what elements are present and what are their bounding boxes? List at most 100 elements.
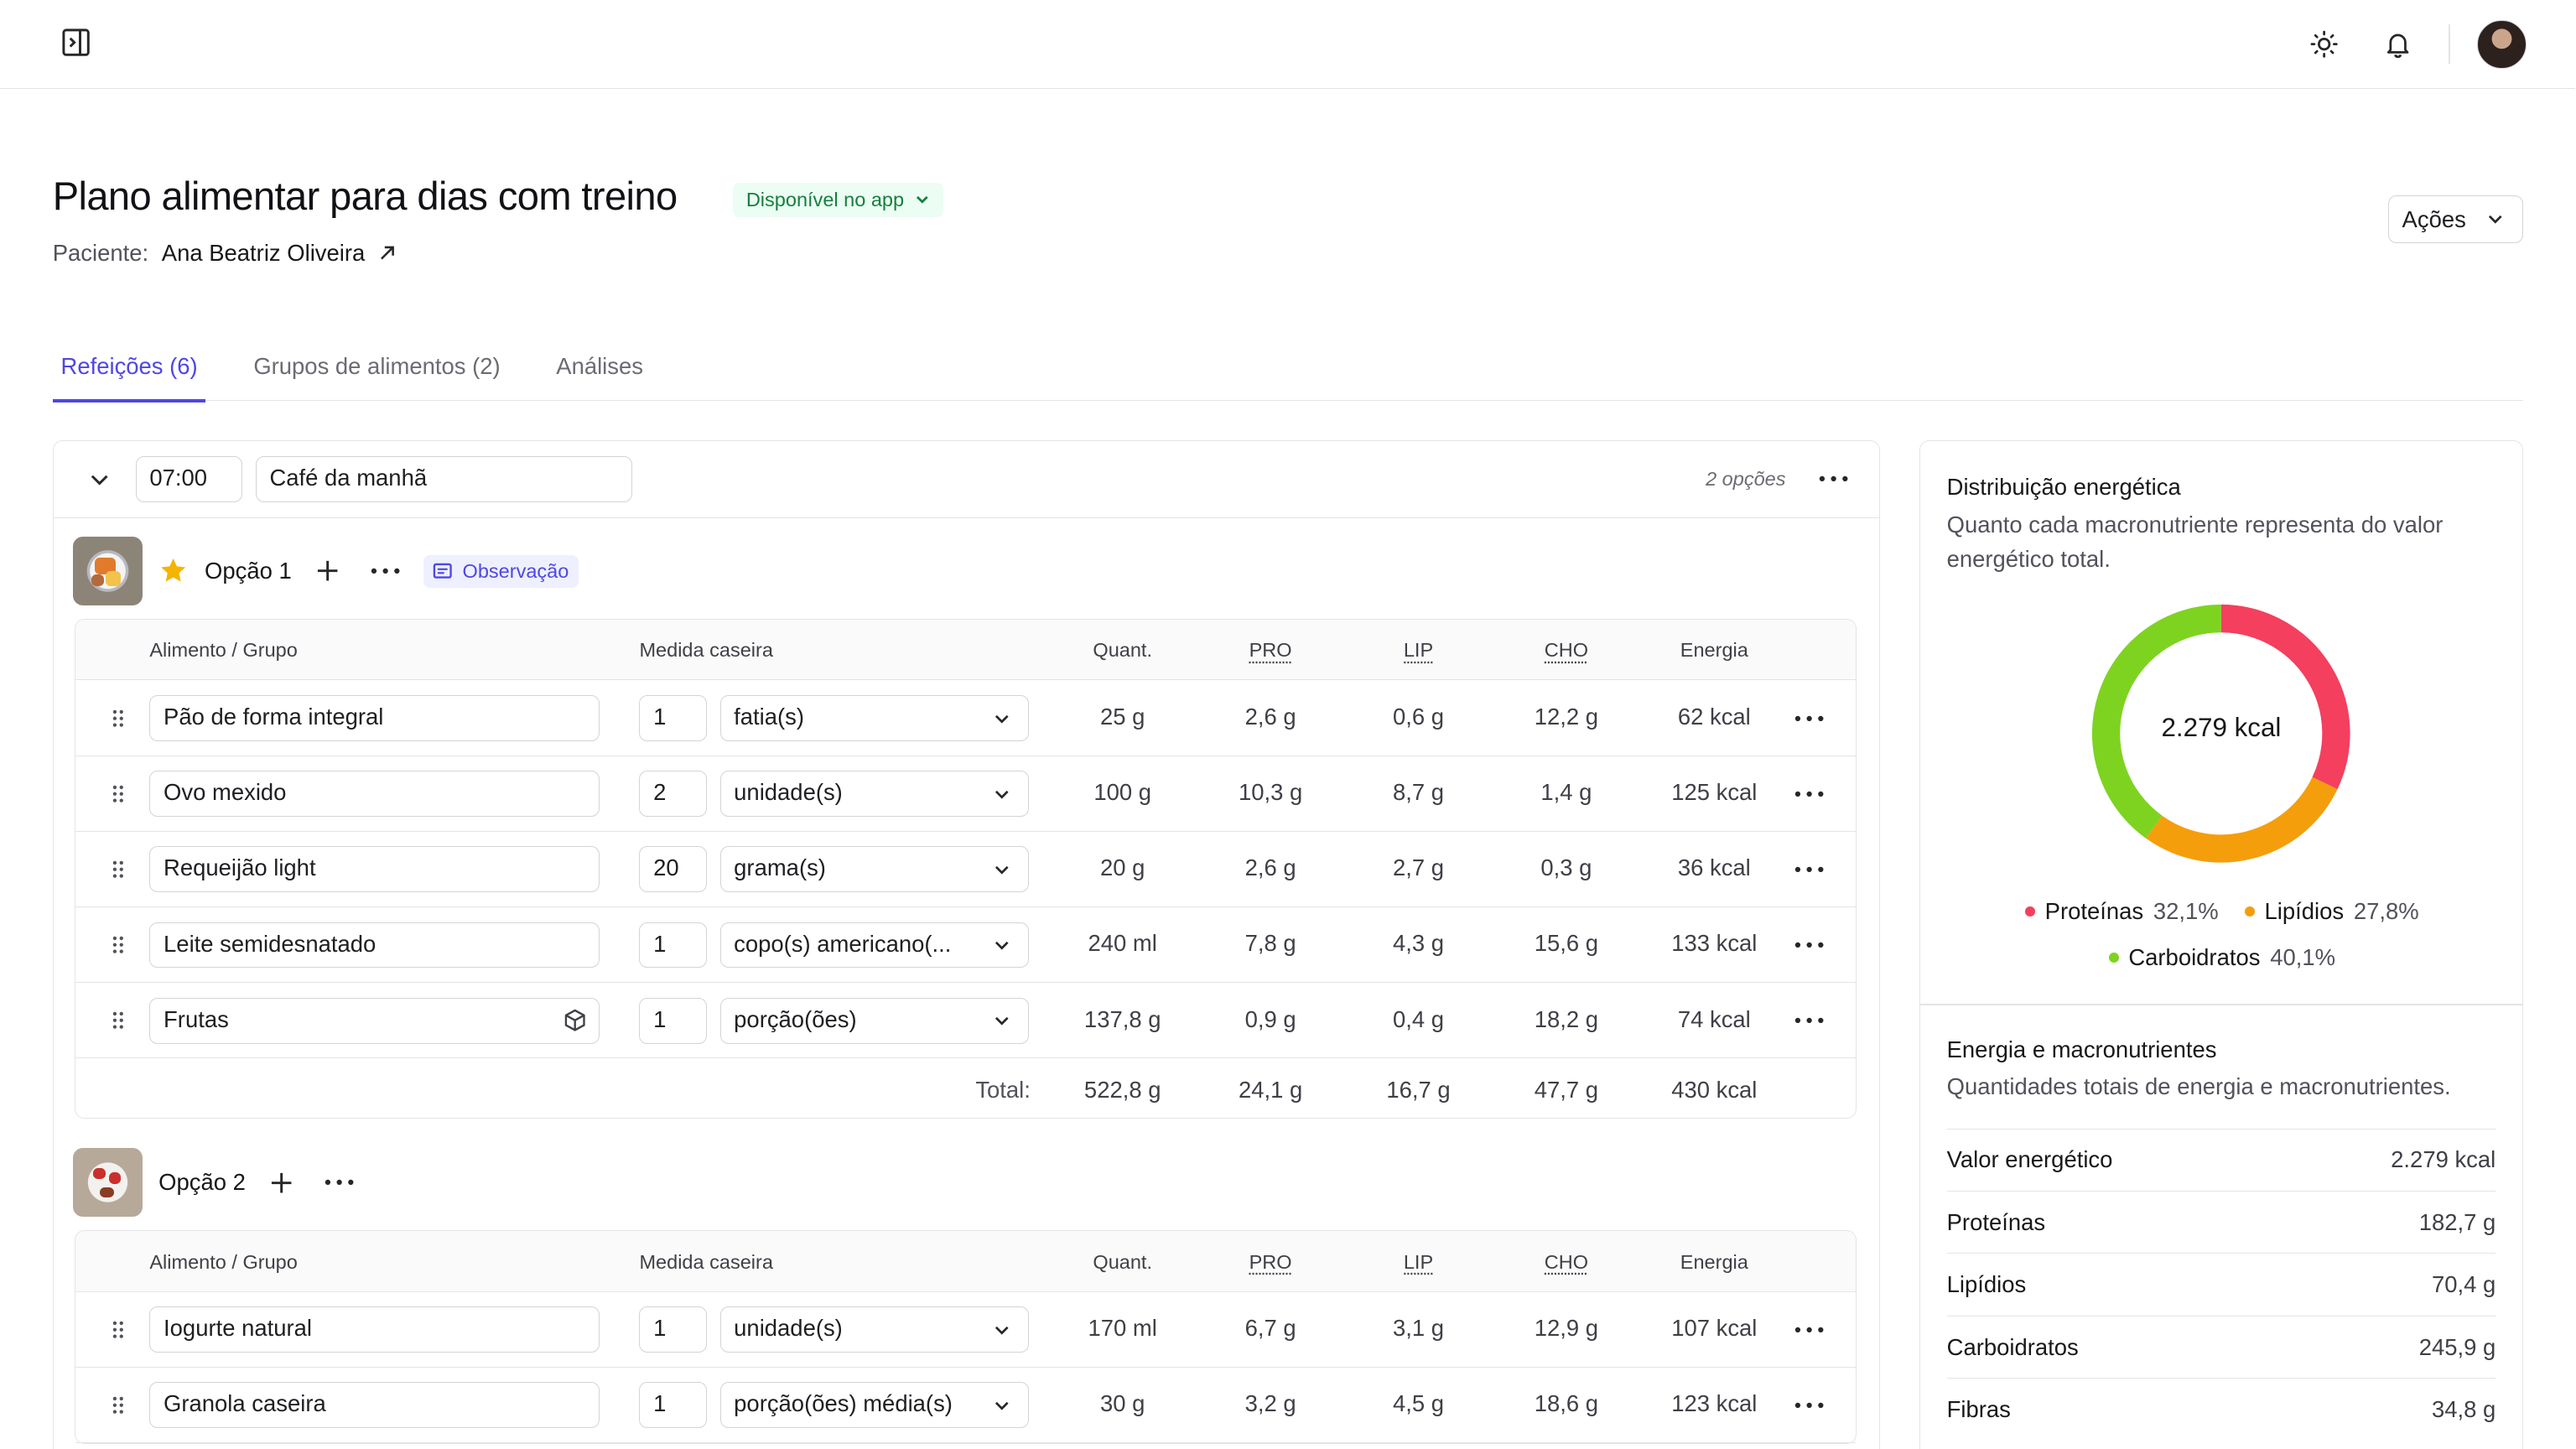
drag-handle-icon[interactable] (112, 709, 125, 729)
food-photo-detail (93, 1168, 106, 1180)
measure-quantity-input[interactable]: 1 (639, 998, 706, 1044)
macro-value: 2.279 kcal (2391, 1146, 2496, 1173)
food-name-input[interactable]: Leite semidesnatado (149, 922, 600, 969)
cell-energy: 133 kcal (1671, 930, 1757, 957)
drag-handle-icon[interactable] (112, 935, 125, 955)
option-1-more-button[interactable] (367, 559, 403, 582)
option-1-thumbnail (73, 537, 142, 605)
measure-unit-select[interactable]: unidade(s) (720, 1306, 1029, 1353)
actions-label: Ações (2402, 206, 2466, 233)
measure-unit-select[interactable]: porção(ões) média(s) (720, 1382, 1029, 1428)
measure-unit-select[interactable]: unidade(s) (720, 771, 1029, 817)
page-title: Plano alimentar para dias com treino (53, 173, 678, 219)
chevron-down-icon[interactable] (86, 466, 112, 492)
food-name-input[interactable]: Pão de forma integral (149, 695, 600, 741)
drag-handle-icon[interactable] (112, 1010, 125, 1031)
cell-cho: 18,6 g (1535, 1390, 1598, 1417)
plus-icon[interactable] (268, 1170, 294, 1196)
food-name: Granola caseira (164, 1390, 326, 1416)
table-row: Ovo mexido 2 unidade(s) 100 g 10,3 g 8,7 g 1,4… (75, 756, 1856, 832)
more-icon (1794, 1327, 1824, 1333)
tab-grupos-de-alimentos[interactable]: Grupos de alimentos (2) (246, 340, 509, 402)
actions-dropdown-button[interactable]: Ações (2388, 195, 2523, 243)
sidebar-toggle-icon[interactable] (60, 26, 92, 59)
food-name-input[interactable]: Frutas (149, 998, 600, 1044)
option-2-more-button[interactable] (321, 1171, 357, 1194)
legend-item-proteinas: Proteínas 32,1% (2025, 898, 2219, 925)
plus-icon[interactable] (314, 558, 340, 584)
star-icon[interactable] (158, 556, 188, 585)
measure-quantity-input[interactable]: 20 (639, 846, 706, 892)
measure-unit-select[interactable]: grama(s) (720, 846, 1029, 892)
sun-icon (2309, 29, 2339, 59)
option-1-table: Alimento / Grupo Medida caseira Quant. P… (75, 619, 1857, 1119)
availability-badge[interactable]: Disponível no app (733, 183, 943, 217)
food-name: Requeijão light (164, 854, 316, 880)
meal-name-input[interactable]: Café da manhã (256, 456, 632, 502)
measure-quantity-input[interactable]: 1 (639, 695, 706, 741)
cell-cho: 12,2 g (1535, 704, 1598, 730)
cell-pro: 0,9 g (1245, 1006, 1296, 1033)
patient-row: Paciente: Ana Beatriz Oliveira (53, 240, 397, 267)
cell-lip: 0,6 g (1393, 704, 1444, 730)
theme-toggle-button[interactable] (2306, 26, 2342, 62)
macro-value: 182,7 g (2419, 1209, 2496, 1236)
row-more-button[interactable] (1791, 1009, 1827, 1031)
measure-quantity-input[interactable]: 2 (639, 771, 706, 817)
macro-value: 70,4 g (2432, 1271, 2496, 1298)
row-more-button[interactable] (1791, 1394, 1827, 1416)
tab-refeicoes[interactable]: Refeições (6) (53, 340, 206, 402)
column-header-energy: Energia (1680, 1251, 1748, 1274)
food-name-input[interactable]: Requeijão light (149, 846, 600, 892)
cell-quantity: 170 ml (1088, 1315, 1157, 1342)
measure-unit-select[interactable]: copo(s) americano(... (720, 922, 1029, 969)
measure-quantity-input[interactable]: 1 (639, 1382, 706, 1428)
legend-name: Carboidratos (2128, 944, 2260, 971)
measure-unit-select[interactable]: fatia(s) (720, 695, 1029, 741)
food-name-input[interactable]: Ovo mexido (149, 771, 600, 817)
tab-analises[interactable]: Análises (548, 340, 651, 402)
option-2-label: Opção 2 (158, 1169, 246, 1196)
measure-unit-select[interactable]: porção(ões) (720, 998, 1029, 1044)
energy-distribution-subtitle: Quanto cada macronutriente representa do… (1947, 507, 2498, 576)
food-name-input[interactable]: Iogurte natural (149, 1306, 600, 1353)
row-more-button[interactable] (1791, 782, 1827, 805)
row-more-button[interactable] (1791, 707, 1827, 730)
more-icon (325, 1179, 354, 1186)
legend-item-carboidratos: Carboidratos 40,1% (2109, 944, 2335, 971)
measure-quantity-input[interactable]: 1 (639, 922, 706, 969)
observation-button[interactable]: Observação (423, 555, 579, 588)
legend-pct: 32,1% (2153, 898, 2219, 925)
row-more-button[interactable] (1791, 933, 1827, 956)
macros-title: Energia e macronutrientes (1947, 1036, 2217, 1063)
patient-link[interactable]: Ana Beatriz Oliveira (162, 240, 365, 267)
macro-value: 34,8 g (2432, 1396, 2496, 1423)
chevron-down-icon (992, 936, 1012, 956)
page: Plano alimentar para dias com treino Dis… (0, 0, 2575, 1449)
donut-legend-row-2: Carboidratos 40,1% (1920, 944, 2523, 971)
cell-cho: 18,2 g (1535, 1006, 1598, 1033)
measure-unit-value: porção(ões) (734, 999, 980, 1041)
drag-handle-icon[interactable] (112, 1320, 125, 1340)
row-more-button[interactable] (1791, 1318, 1827, 1341)
food-photo-detail (100, 1187, 115, 1197)
meal-time-input[interactable]: 07:00 (136, 456, 242, 502)
measure-quantity-input[interactable]: 1 (639, 1306, 706, 1353)
drag-handle-icon[interactable] (112, 860, 125, 880)
notifications-button[interactable] (2380, 26, 2416, 62)
drag-handle-icon[interactable] (112, 784, 125, 804)
cell-cho: 15,6 g (1535, 930, 1598, 957)
macro-name: Proteínas (1947, 1209, 2045, 1236)
chevron-down-icon (992, 1321, 1012, 1341)
cell-energy: 74 kcal (1678, 1006, 1751, 1033)
meal-more-button[interactable] (1815, 468, 1852, 491)
donut-total-energy: 2.279 kcal (2088, 713, 2355, 743)
drag-handle-icon[interactable] (112, 1395, 125, 1415)
cell-quantity: 25 g (1100, 704, 1145, 730)
food-name-input[interactable]: Granola caseira (149, 1382, 600, 1428)
cell-lip: 2,7 g (1393, 854, 1444, 881)
external-link-icon[interactable] (378, 244, 397, 262)
user-avatar[interactable] (2477, 20, 2527, 70)
cube-icon[interactable] (563, 1008, 587, 1032)
row-more-button[interactable] (1791, 858, 1827, 880)
